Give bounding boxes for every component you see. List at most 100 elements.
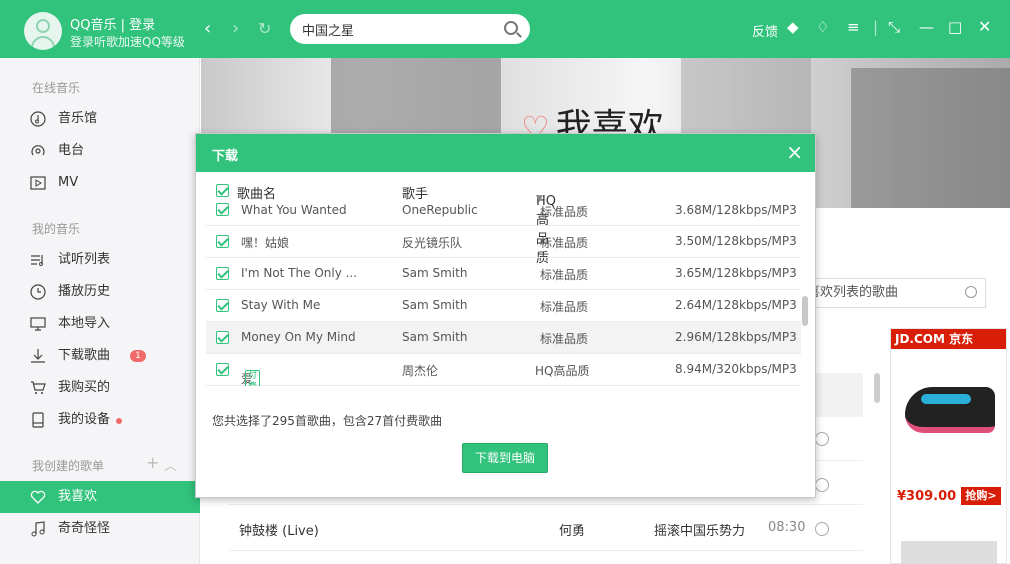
row-artist: 周杰伦 xyxy=(402,364,439,378)
mini-mode-icon[interactable]: ⤡ xyxy=(888,19,900,35)
download-to-pc-button[interactable]: 下载到电脑 xyxy=(462,443,548,473)
title-bar: QQ音乐 | 登录 登录听歌加速QQ等级 ‹ › ↻ 中国之星 反馈 ◆ ♢ ≡… xyxy=(0,0,1010,58)
heart-icon xyxy=(30,490,46,504)
sidebar-item-radio[interactable]: 电台 xyxy=(0,135,200,167)
dialog-title: 下载 xyxy=(212,149,239,164)
search-icon[interactable] xyxy=(504,21,518,35)
sidebar-item-downloads[interactable]: 下载歌曲 1 xyxy=(0,340,200,372)
row-checkbox[interactable] xyxy=(216,235,229,248)
login-link[interactable]: QQ音乐 | 登录 xyxy=(70,14,155,33)
login-hint: 登录听歌加速QQ等级 xyxy=(70,35,185,49)
download-count-badge: 1 xyxy=(130,350,146,362)
list-item[interactable]: What You Wanted OneRepublic 标准品质 3.68M/1… xyxy=(206,194,801,226)
sidebar-item-mv[interactable]: MV xyxy=(0,167,200,199)
history-icon xyxy=(30,284,46,300)
row-checkbox[interactable] xyxy=(216,363,229,376)
sidebar: 在线音乐 音乐馆 电台 MV 我的音乐 试听列表 播放历史 本地导入 下载歌曲 … xyxy=(0,58,200,564)
jd-advertisement[interactable]: JD.COM 京东 ¥309.00 抢购> xyxy=(890,328,1007,564)
row-song-name: Money On My Mind xyxy=(241,330,356,344)
row-checkbox[interactable] xyxy=(216,203,229,216)
back-icon[interactable]: ‹ xyxy=(204,20,211,38)
song-album[interactable]: 摇滚中国乐势力 xyxy=(654,520,745,539)
sidebar-item-playlist-qiqi[interactable]: 奇奇怪怪 xyxy=(0,513,200,545)
paid-badge: 付费 xyxy=(245,370,261,386)
row-artist: Sam Smith xyxy=(402,298,468,312)
sidebar-item-devices[interactable]: 我的设备 xyxy=(0,404,200,436)
row-song-name: I'm Not The Only ... xyxy=(241,266,358,280)
sidebar-item-music-hall[interactable]: 音乐馆 xyxy=(0,103,200,135)
add-playlist-icon[interactable]: + xyxy=(146,453,159,472)
row-checkbox[interactable] xyxy=(216,331,229,344)
song-duration: 08:30 xyxy=(768,520,806,535)
sidebar-item-local-import[interactable]: 本地导入 xyxy=(0,308,200,340)
row-quality[interactable]: 标准品质 xyxy=(540,203,588,220)
playlist-icon xyxy=(31,255,43,266)
section-my-music: 我的音乐 xyxy=(32,222,81,236)
row-quality[interactable]: HQ高品质 xyxy=(535,362,589,379)
list-item[interactable]: 嘿！姑娘 反光镜乐队 标准品质 3.50M/128kbps/MP3 xyxy=(206,226,801,258)
diamond-icon[interactable]: ◆ xyxy=(787,19,799,35)
ad-brand: JD.COM 京东 xyxy=(891,329,1006,349)
sidebar-item-trial-list[interactable]: 试听列表 xyxy=(0,244,200,276)
row-quality[interactable]: 标准品质 xyxy=(540,234,588,251)
row-size: 2.64M/128kbps/MP3 xyxy=(675,298,797,312)
search-input[interactable]: 中国之星 xyxy=(290,14,530,44)
song-artist[interactable]: 何勇 xyxy=(559,520,585,539)
row-artist: OneRepublic xyxy=(402,203,478,217)
minimize-icon[interactable]: — xyxy=(919,19,934,35)
list-item[interactable]: Money On My Mind Sam Smith 标准品质 2.96M/12… xyxy=(206,322,801,354)
table-row[interactable]: 钟鼓楼 (Live) 何勇 摇滚中国乐势力 08:30 xyxy=(229,507,863,551)
download-icon xyxy=(31,349,45,363)
sidebar-item-label: 我的设备 xyxy=(58,412,111,427)
row-quality[interactable]: 标准品质 xyxy=(540,330,588,347)
feedback-button[interactable]: 反馈 xyxy=(752,21,778,40)
row-artist: Sam Smith xyxy=(402,330,468,344)
list-item[interactable]: 爱在西元前付费 周杰伦 HQ高品质 8.94M/320kbps/MP3 xyxy=(206,354,801,386)
row-quality[interactable]: 标准品质 xyxy=(540,298,588,315)
menu-icon[interactable]: ≡ xyxy=(847,19,860,35)
sidebar-item-label: 奇奇怪怪 xyxy=(58,521,111,536)
device-icon xyxy=(32,412,44,428)
row-song-name: What You Wanted xyxy=(241,203,347,217)
local-import-icon xyxy=(30,317,46,331)
sidebar-item-purchased[interactable]: 我购买的 xyxy=(0,372,200,404)
row-quality[interactable]: 标准品质 xyxy=(540,266,588,283)
maximize-icon[interactable]: □ xyxy=(948,19,962,35)
close-icon[interactable]: × xyxy=(786,141,803,163)
song-title: 钟鼓楼 (Live) xyxy=(239,524,319,539)
row-song-name: 嘿！姑娘 xyxy=(241,236,290,250)
sidebar-item-label: 试听列表 xyxy=(58,252,111,267)
globe-icon[interactable] xyxy=(815,478,829,492)
forward-icon[interactable]: › xyxy=(232,20,239,38)
sidebar-item-history[interactable]: 播放历史 xyxy=(0,276,200,308)
sidebar-item-favorites[interactable]: 我喜欢 xyxy=(0,481,200,513)
skin-icon[interactable]: ♢ xyxy=(816,19,829,35)
close-icon[interactable]: ✕ xyxy=(978,19,991,35)
refresh-icon[interactable]: ↻ xyxy=(258,20,271,38)
divider: | xyxy=(873,18,879,36)
section-online-music: 在线音乐 xyxy=(32,81,81,95)
avatar[interactable] xyxy=(24,12,62,50)
collapse-icon[interactable]: ︿ xyxy=(164,455,177,474)
sidebar-item-label: 音乐馆 xyxy=(58,111,98,126)
row-song-name: Stay With Me xyxy=(241,298,321,312)
radio-icon xyxy=(31,145,45,156)
sidebar-item-label: 下载歌曲 xyxy=(58,348,111,363)
ad-buy-button[interactable]: 抢购> xyxy=(961,487,1001,505)
sidebar-item-label: 播放历史 xyxy=(58,284,111,299)
dialog-scrollbar[interactable] xyxy=(802,296,808,326)
search-icon[interactable] xyxy=(965,286,977,298)
scrollbar[interactable] xyxy=(874,373,880,403)
ad-thumbnail[interactable] xyxy=(901,541,997,564)
list-item[interactable]: I'm Not The Only ... Sam Smith 标准品质 3.65… xyxy=(206,258,801,290)
row-size: 8.94M/320kbps/MP3 xyxy=(675,362,797,376)
row-checkbox[interactable] xyxy=(216,299,229,312)
row-size: 2.96M/128kbps/MP3 xyxy=(675,330,797,344)
sidebar-item-label: 我喜欢 xyxy=(58,489,98,504)
list-item[interactable]: Stay With Me Sam Smith 标准品质 2.64M/128kbp… xyxy=(206,290,801,322)
row-checkbox[interactable] xyxy=(216,267,229,280)
sidebar-item-label: 电台 xyxy=(58,143,85,158)
mv-icon xyxy=(30,176,46,190)
globe-icon[interactable] xyxy=(815,522,829,536)
globe-icon[interactable] xyxy=(815,432,829,446)
